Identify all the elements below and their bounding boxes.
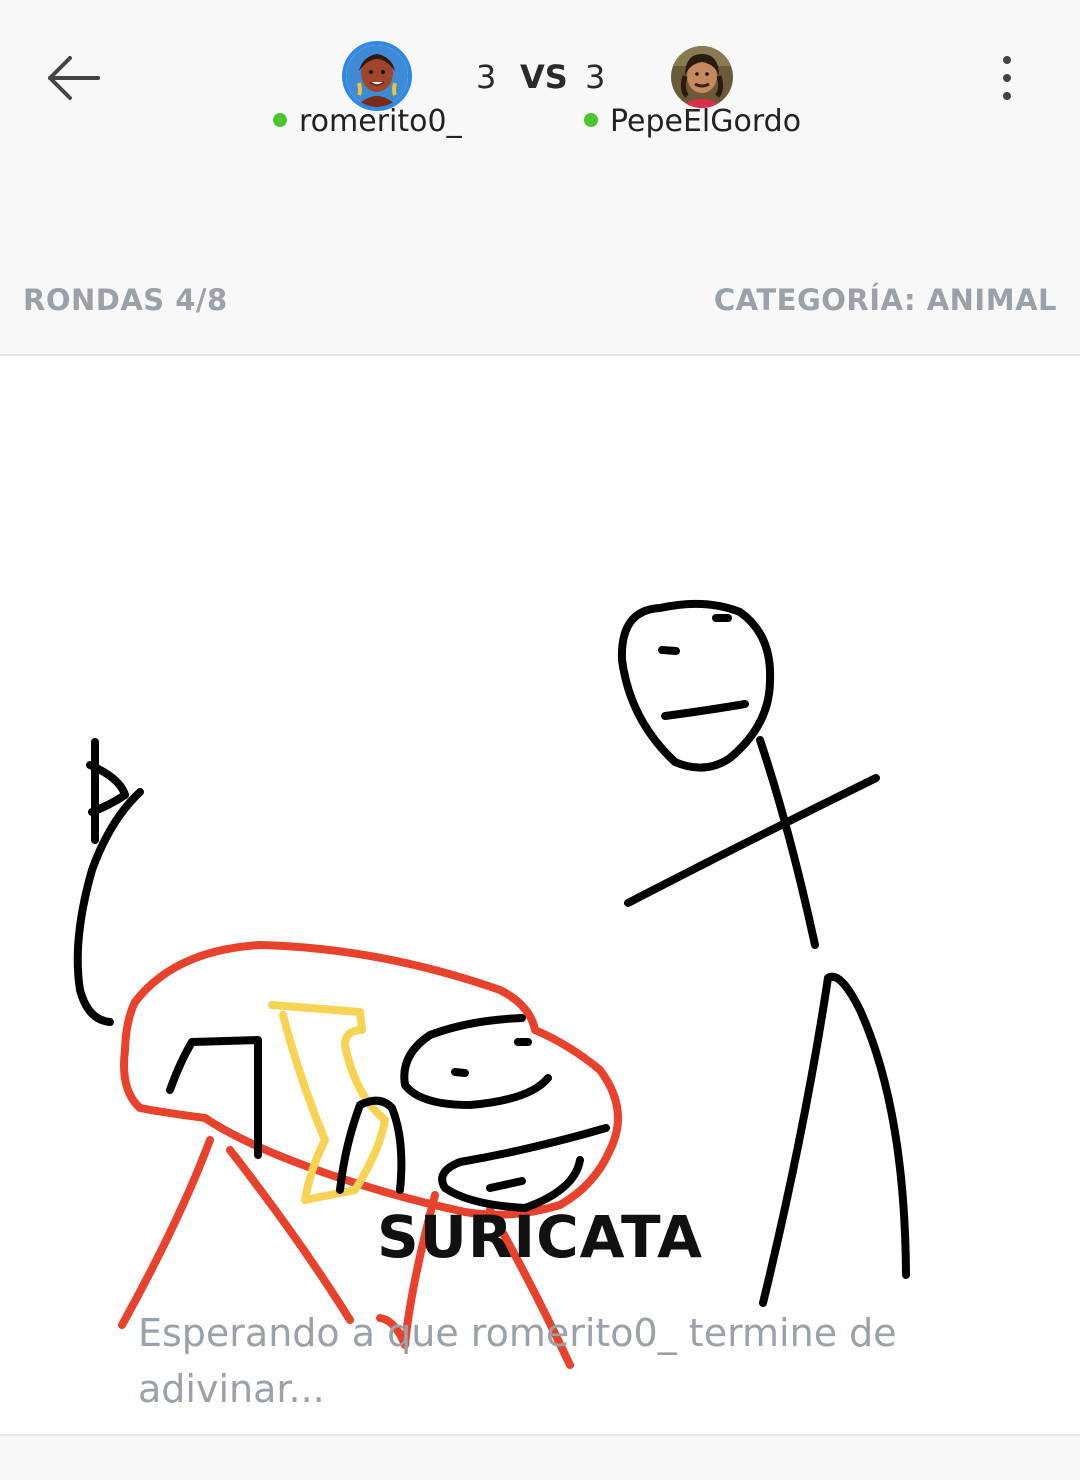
rounds-label: RONDAS 4/8	[23, 283, 228, 317]
player1-score: 3	[476, 58, 497, 96]
player2-name: PepeElGordo	[610, 104, 802, 139]
player2-avatar[interactable]	[671, 46, 733, 108]
player1-label: romerito0_	[273, 104, 462, 139]
online-status-icon	[273, 112, 287, 127]
drawing	[73, 599, 910, 1369]
category-label: CATEGORÍA: ANIMAL	[713, 283, 1057, 317]
vs-label: VS	[520, 58, 568, 96]
drawing-canvas	[0, 356, 1080, 1434]
player1-name: romerito0_	[299, 104, 462, 139]
waiting-status: Esperando a que romerito0_ termine de ad…	[138, 1311, 897, 1411]
player1-avatar[interactable]	[346, 45, 408, 107]
game-header: 3 VS 3 romerito0_ PepeElGordo RONDAS 4/8…	[0, 0, 1080, 356]
online-status-icon	[584, 112, 598, 127]
player2-label: PepeElGordo	[584, 104, 801, 139]
stick-figure-drawing	[617, 599, 910, 1307]
back-button[interactable]	[42, 52, 106, 104]
bottom-bar	[0, 1434, 1080, 1480]
more-vertical-icon	[1003, 56, 1011, 100]
tail-drawing	[73, 738, 144, 1026]
more-options-button[interactable]	[990, 52, 1024, 104]
arrow-left-icon	[48, 56, 100, 100]
secret-word: SURICATA	[376, 1203, 703, 1271]
face-drawing	[166, 1014, 610, 1212]
player2-score: 3	[585, 58, 606, 96]
